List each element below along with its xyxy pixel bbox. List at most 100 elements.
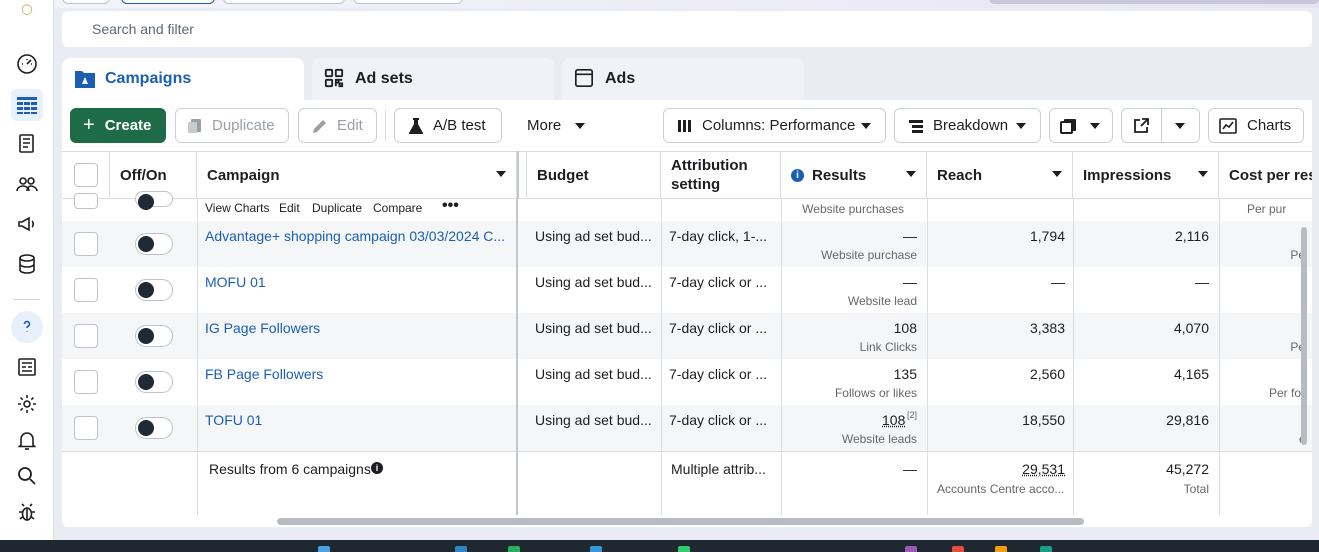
columns-dropdown[interactable]: Columns: Performance [663, 108, 886, 143]
table-row[interactable]: Advantage+ shopping campaign 03/03/2024 … [62, 221, 1312, 267]
info-icon[interactable]: i [791, 168, 804, 182]
row-toggle[interactable] [135, 417, 173, 439]
summary-reach[interactable]: 29,531 [927, 461, 1065, 477]
header-impressions[interactable]: Impressions [1073, 151, 1219, 199]
charts-button[interactable]: Charts [1208, 108, 1304, 143]
taskbar-app-icon[interactable] [455, 546, 467, 552]
header-reach[interactable]: Reach [927, 151, 1073, 199]
results-sub: Link Clicks [859, 340, 917, 354]
breakdown-dropdown[interactable]: Breakdown [894, 108, 1041, 143]
taskbar-app-icon[interactable] [678, 546, 690, 552]
pages-icon[interactable] [11, 128, 43, 160]
taskbar-app-icon[interactable] [1040, 546, 1052, 552]
campaign-name-link[interactable]: MOFU 01 [205, 274, 266, 290]
summary-impressions: 45,272 [1166, 461, 1209, 477]
frozen-divider[interactable] [517, 151, 527, 199]
row-checkbox[interactable] [74, 232, 98, 256]
budget-cell: Using ad set bud... [535, 228, 652, 244]
vertical-scrollbar[interactable] [1301, 227, 1307, 445]
table-row[interactable]: TOFU 01 Using ad set bud... 7-day click … [62, 405, 1312, 451]
export-icon [1132, 117, 1150, 135]
taskbar-app-icon[interactable] [508, 546, 520, 552]
tab-campaigns[interactable]: Campaigns [62, 58, 304, 100]
results-cell: 135 [893, 366, 917, 382]
export-dropdown[interactable] [1121, 108, 1200, 143]
edit-link[interactable]: Edit [279, 201, 300, 215]
table-row[interactable]: IG Page Followers Using ad set bud... 7-… [62, 313, 1312, 359]
row-toggle[interactable] [135, 325, 173, 347]
audiences-icon[interactable] [11, 168, 43, 200]
left-nav-rail [0, 0, 54, 552]
header-attribution[interactable]: Attribution setting [661, 151, 781, 199]
compare-link[interactable]: Compare [373, 201, 422, 215]
bell-icon[interactable] [11, 424, 43, 456]
taskbar-app-icon[interactable] [318, 546, 330, 552]
megaphone-icon[interactable] [11, 208, 43, 240]
charts-button-label: Charts [1247, 117, 1292, 134]
taskbar-app-icon[interactable] [590, 546, 602, 552]
campaign-name-link[interactable]: TOFU 01 [205, 412, 262, 428]
reports-dropdown[interactable] [1049, 108, 1113, 143]
sort-caret-icon[interactable] [496, 171, 506, 177]
taskbar-app-icon[interactable] [952, 546, 964, 552]
search-icon[interactable] [11, 460, 43, 492]
campaign-name-link[interactable]: IG Page Followers [205, 320, 320, 336]
header-results[interactable]: i Results [781, 151, 927, 199]
row-toggle[interactable] [135, 233, 173, 255]
header-select-all [62, 151, 110, 199]
table-row[interactable]: FB Page Followers Using ad set bud... 7-… [62, 359, 1312, 405]
taskbar-app-icon[interactable] [905, 546, 917, 552]
sort-caret-icon[interactable] [1198, 171, 1208, 177]
breakdown-icon [907, 117, 925, 135]
view-charts-link[interactable]: View Charts [205, 201, 269, 215]
taskbar-app-icon[interactable] [995, 546, 1007, 552]
ab-test-button[interactable]: A/B test [394, 108, 502, 143]
header-budget[interactable]: Budget [527, 151, 661, 199]
row-toggle[interactable] [135, 371, 173, 393]
info-icon[interactable]: i [371, 462, 383, 474]
row-checkbox[interactable] [74, 193, 98, 209]
duplicate-button[interactable]: Duplicate [175, 108, 289, 143]
header-campaign[interactable]: Campaign [197, 151, 517, 199]
campaigns-table-icon[interactable] [11, 89, 43, 121]
row-checkbox[interactable] [74, 278, 98, 302]
results-cell[interactable]: 108 [882, 412, 905, 428]
row-checkbox[interactable] [74, 324, 98, 348]
horizontal-scrollbar[interactable] [277, 518, 1084, 525]
tab-ad-sets[interactable]: Ad sets [312, 58, 554, 100]
results-sub: Follows or likes [834, 386, 917, 400]
columns-dropdown-label: Columns: Performance [702, 117, 856, 134]
tab-ads[interactable]: Ads [562, 58, 804, 100]
search-input[interactable]: Search and filter [62, 11, 1312, 47]
sort-caret-icon[interactable] [1052, 171, 1062, 177]
attribution-cell: 7-day click, 1-... [669, 228, 768, 244]
ad-frame-icon [574, 68, 596, 90]
split-divider [1161, 109, 1162, 142]
campaign-name-link[interactable]: Advantage+ shopping campaign 03/03/2024 … [205, 228, 507, 244]
header-impressions-label: Impressions [1083, 166, 1172, 184]
header-cost-per-result[interactable]: Cost per resu [1219, 151, 1312, 199]
database-icon[interactable] [11, 248, 43, 280]
row-checkbox[interactable] [74, 370, 98, 394]
budget-cell: Using ad set bud... [535, 366, 652, 382]
table-row[interactable]: MOFU 01 Using ad set bud... 7-day click … [62, 267, 1312, 313]
dashboard-icon[interactable] [11, 48, 43, 80]
duplicate-link[interactable]: Duplicate [312, 201, 362, 215]
more-options-icon[interactable]: ••• [442, 197, 459, 215]
create-button[interactable]: + Create [70, 108, 166, 143]
more-button[interactable]: More [510, 108, 600, 143]
impressions-cell: 4,070 [1173, 320, 1209, 336]
help-icon[interactable] [11, 311, 43, 343]
impressions-cell: 4,165 [1173, 366, 1209, 382]
sort-caret-icon[interactable] [906, 171, 916, 177]
bug-icon[interactable] [11, 496, 43, 528]
select-all-checkbox[interactable] [74, 163, 98, 187]
row-toggle[interactable] [135, 279, 173, 301]
campaign-name-link[interactable]: FB Page Followers [205, 366, 323, 382]
news-icon[interactable] [11, 351, 43, 383]
edit-button[interactable]: Edit [298, 108, 377, 143]
summary-row: Results from 6 campaigns i Multiple attr… [62, 451, 1312, 515]
gear-icon[interactable] [11, 388, 43, 420]
row-checkbox[interactable] [74, 416, 98, 440]
row-toggle[interactable] [135, 191, 173, 210]
